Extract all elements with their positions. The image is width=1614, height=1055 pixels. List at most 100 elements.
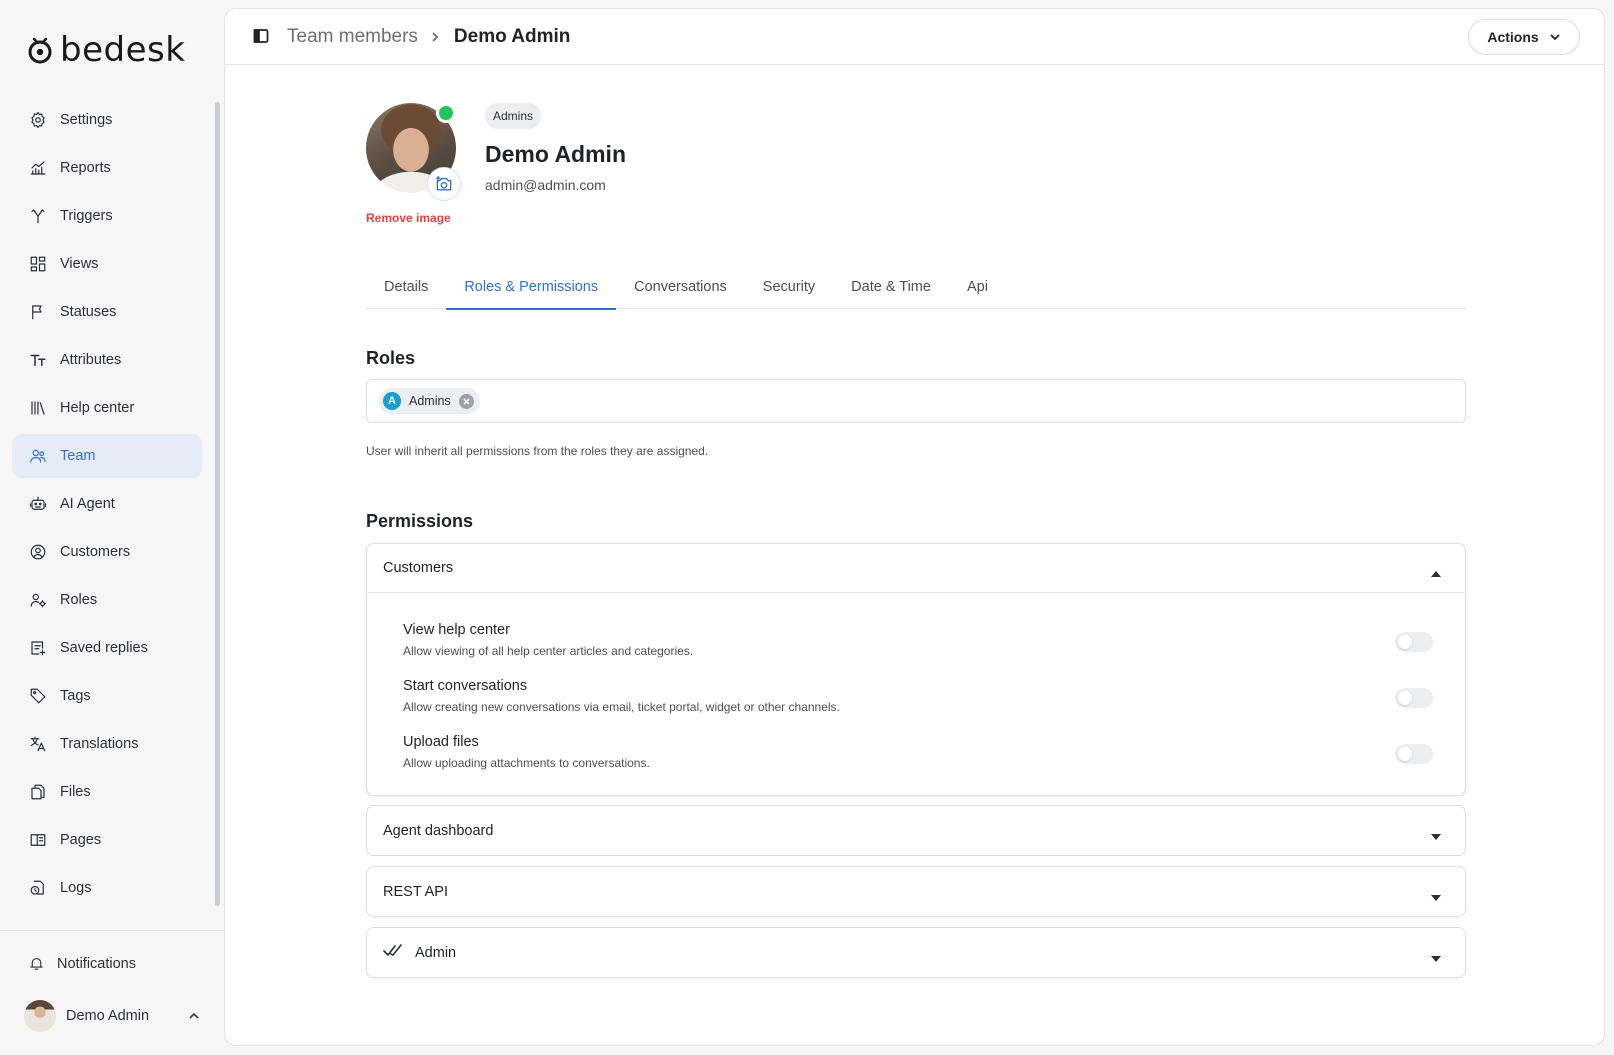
avatar	[24, 1000, 56, 1032]
user-menu[interactable]: Demo Admin	[24, 998, 200, 1034]
change-photo-button[interactable]	[427, 167, 461, 201]
camera-plus-icon	[435, 175, 452, 191]
sidebar-item-help-center[interactable]: Help center	[12, 386, 202, 430]
notifications-button[interactable]: Notifications	[28, 955, 136, 972]
group-badge: Admins	[485, 103, 542, 129]
roles-hint: User will inherit all permissions from t…	[366, 444, 709, 458]
chevron-down-icon	[1550, 34, 1560, 41]
permission-toggle[interactable]	[1395, 688, 1433, 708]
role-chip: A Admins	[379, 388, 480, 414]
grid-icon	[28, 254, 48, 274]
sidebar: bedesk Settings Reports Triggers Views S…	[0, 0, 224, 1055]
actions-label: Actions	[1487, 29, 1539, 45]
sidebar-item-customers[interactable]: Customers	[12, 530, 202, 574]
permission-row: Start conversations Allow creating new c…	[403, 678, 1433, 726]
permissions-heading: Permissions	[366, 511, 474, 531]
permission-toggle[interactable]	[1395, 744, 1433, 764]
roles-heading: Roles	[366, 348, 416, 368]
sidebar-item-tags[interactable]: Tags	[12, 674, 202, 718]
permission-group-label: Agent dashboard	[383, 822, 494, 839]
sidebar-item-label: Settings	[60, 112, 113, 128]
double-check-icon	[383, 943, 403, 962]
sidebar-item-label: Team	[60, 448, 96, 464]
gear-icon	[28, 110, 48, 130]
sidebar-scrollbar[interactable]	[215, 102, 220, 906]
sidebar-item-label: Statuses	[60, 304, 117, 320]
logo-mark-icon	[28, 37, 52, 64]
sidebar-item-label: Pages	[60, 832, 102, 848]
breadcrumb-parent[interactable]: Team members	[287, 26, 418, 48]
online-status-indicator	[436, 103, 456, 123]
sidebar-item-files[interactable]: Files	[12, 770, 202, 814]
sidebar-item-translations[interactable]: Translations	[12, 722, 202, 766]
permission-row: View help center Allow viewing of all he…	[403, 622, 1433, 670]
sidebar-item-statuses[interactable]: Statuses	[12, 290, 202, 334]
tab-conversations[interactable]: Conversations	[616, 265, 745, 309]
logo[interactable]: bedesk	[26, 30, 186, 70]
flag-icon	[28, 302, 48, 322]
sidebar-nav: Settings Reports Triggers Views Statuses…	[12, 98, 202, 914]
sidebar-item-roles[interactable]: Roles	[12, 578, 202, 622]
logo-text: bedesk	[60, 30, 186, 70]
actions-button[interactable]: Actions	[1468, 19, 1580, 55]
sidebar-item-ai-agent[interactable]: AI Agent	[12, 482, 202, 526]
sidebar-item-label: Roles	[60, 592, 98, 608]
permission-group-header[interactable]: Agent dashboard	[367, 806, 1465, 855]
sidebar-item-triggers[interactable]: Triggers	[12, 194, 202, 238]
remove-role-icon[interactable]	[458, 393, 474, 409]
permission-group-label: Admin	[415, 944, 457, 961]
sidebar-item-logs[interactable]: Logs	[12, 866, 202, 910]
clock-file-icon	[28, 878, 48, 898]
permission-group-header[interactable]: Admin	[367, 928, 1465, 977]
permission-description: Allow viewing of all help center article…	[403, 644, 694, 658]
sidebar-item-pages[interactable]: Pages	[12, 818, 202, 862]
user-name: Demo Admin	[66, 1008, 150, 1024]
profile-header: Remove image Admins Demo Admin admin@adm…	[366, 65, 1466, 245]
profile-name: Demo Admin	[485, 141, 626, 167]
permission-group-label: REST API	[383, 883, 449, 900]
role-chip-label: Admins	[409, 394, 451, 408]
tab-roles-permissions[interactable]: Roles & Permissions	[446, 265, 616, 310]
sidebar-item-views[interactable]: Views	[12, 242, 202, 286]
sidebar-item-reports[interactable]: Reports	[12, 146, 202, 190]
caret-down-icon	[1431, 950, 1441, 962]
sidebar-divider	[0, 930, 224, 931]
sidebar-item-label: Triggers	[60, 208, 113, 224]
tab-date-time[interactable]: Date & Time	[833, 265, 949, 309]
permission-group-header[interactable]: REST API	[367, 867, 1465, 916]
sidebar-item-attributes[interactable]: Attributes	[12, 338, 202, 382]
content: Remove image Admins Demo Admin admin@adm…	[366, 65, 1466, 978]
permission-group-admin: Admin	[366, 927, 1466, 978]
tab-api[interactable]: Api	[949, 265, 1006, 309]
users-icon	[28, 446, 48, 466]
tab-details[interactable]: Details	[366, 265, 446, 309]
sidebar-item-label: Tags	[60, 688, 91, 704]
sidebar-item-saved-replies[interactable]: Saved replies	[12, 626, 202, 670]
translate-icon	[28, 734, 48, 754]
roles-input[interactable]: A Admins	[366, 379, 1466, 423]
text-size-icon	[28, 350, 48, 370]
user-gear-icon	[28, 590, 48, 610]
tag-icon	[28, 686, 48, 706]
role-chip-letter: A	[383, 392, 401, 410]
permission-toggle[interactable]	[1395, 632, 1433, 652]
chevron-right-icon	[430, 31, 442, 43]
chart-icon	[28, 158, 48, 178]
sidebar-item-team[interactable]: Team	[12, 434, 202, 478]
permission-name: Upload files	[403, 734, 479, 750]
user-circle-icon	[28, 542, 48, 562]
caret-down-icon	[1431, 889, 1441, 901]
remove-image-link[interactable]: Remove image	[366, 211, 451, 225]
sidebar-item-label: Help center	[60, 400, 135, 416]
sidebar-item-label: AI Agent	[60, 496, 115, 512]
topbar: Team members Demo Admin Actions	[225, 9, 1604, 65]
sidebar-item-label: Saved replies	[60, 640, 148, 656]
tab-security[interactable]: Security	[745, 265, 833, 309]
files-icon	[28, 782, 48, 802]
permission-group-header[interactable]: Customers	[367, 544, 1465, 593]
sidebar-toggle-icon[interactable]	[253, 28, 271, 46]
caret-down-icon	[1431, 828, 1441, 840]
permission-description: Allow uploading attachments to conversat…	[403, 756, 650, 770]
tabs: Details Roles & Permissions Conversation…	[366, 265, 1466, 310]
sidebar-item-settings[interactable]: Settings	[12, 98, 202, 142]
